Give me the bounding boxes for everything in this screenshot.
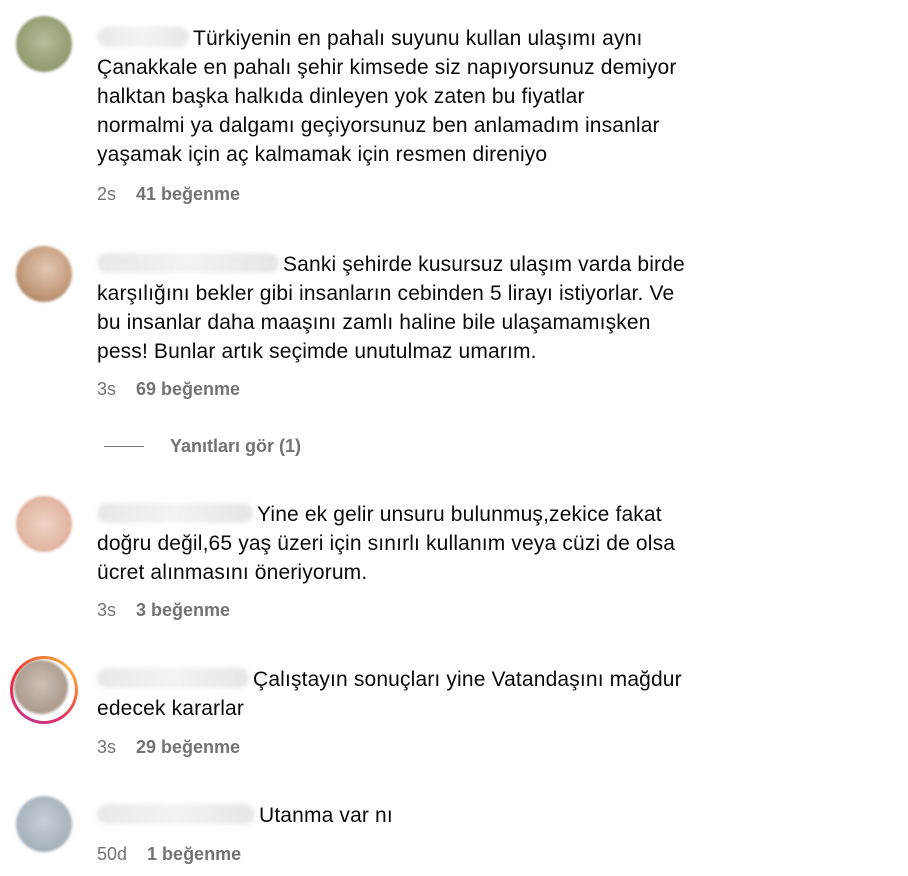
username-blurred[interactable] — [97, 804, 255, 825]
likes-count[interactable]: 69 beğenme — [136, 379, 240, 400]
comment-text: Sanki şehirde kusursuz ulaşım varda bird… — [97, 250, 747, 366]
likes-count[interactable]: 29 beğenme — [136, 737, 240, 758]
comment-line: Sanki şehirde kusursuz ulaşım varda bird… — [283, 253, 685, 276]
timestamp: 50d — [97, 844, 128, 864]
avatar[interactable] — [16, 246, 72, 302]
comment-text: Çalıştayın sonuçları yine Vatandaşını ma… — [97, 665, 747, 723]
comment-text: Türkiyenin en pahalı suyunu kullan ulaşı… — [97, 24, 747, 169]
avatar[interactable] — [16, 496, 72, 552]
comment-line: Utanma var nı — [259, 804, 393, 827]
timestamp: 3s — [97, 600, 117, 620]
timestamp: 3s — [97, 379, 117, 399]
comment-line: Yine ek gelir unsuru bulunmuş,zekice fak… — [257, 503, 662, 526]
comment-line: karşılığını bekler gibi insanların cebin… — [97, 282, 675, 305]
comment-line: halktan başka halkıda dinleyen yok zaten… — [97, 85, 585, 108]
comment-meta: 3s 29 beğenme — [97, 737, 240, 758]
comment-meta: 50d 1 beğenme — [97, 844, 241, 865]
comment-line: doğru değil,65 yaş üzeri için sınırlı ku… — [97, 532, 676, 555]
username-blurred[interactable] — [97, 253, 279, 274]
comment-meta: 2s 41 beğenme — [97, 184, 240, 205]
likes-count[interactable]: 3 beğenme — [136, 600, 230, 621]
comment-meta: 3s 69 beğenme — [97, 379, 240, 400]
username-blurred[interactable] — [97, 27, 189, 48]
comment-line: bu insanlar daha maaşını zamlı haline bi… — [97, 311, 651, 334]
story-ring[interactable] — [10, 656, 78, 724]
comment-text: Yine ek gelir unsuru bulunmuş,zekice fak… — [97, 500, 747, 587]
timestamp: 3s — [97, 737, 117, 757]
comment-meta: 3s 3 beğenme — [97, 600, 230, 621]
username-blurred[interactable] — [97, 668, 249, 689]
avatar[interactable] — [14, 660, 68, 714]
timestamp: 2s — [97, 184, 117, 204]
avatar[interactable] — [16, 796, 72, 852]
likes-count[interactable]: 1 beğenme — [147, 844, 241, 865]
view-replies-label: Yanıtları gör (1) — [170, 436, 302, 456]
comment-line: edecek kararlar — [97, 697, 244, 720]
comment-line: pess! Bunlar artık seçimde unutulmaz uma… — [97, 340, 537, 363]
view-replies-button[interactable]: Yanıtları gör (1) — [104, 436, 301, 457]
username-blurred[interactable] — [97, 503, 253, 524]
comment-line: Çalıştayın sonuçları yine Vatandaşını ma… — [253, 668, 682, 691]
comment-line: Türkiyenin en pahalı suyunu kullan ulaşı… — [193, 27, 643, 50]
comment-line: normalmi ya dalgamı geçiyorsunuz ben anl… — [97, 114, 660, 137]
comment-line: yaşamak için aç kalmamak için resmen dir… — [97, 143, 548, 166]
comment-line: ücret alınmasını öneriyorum. — [97, 561, 368, 584]
comment-text: Utanma var nı — [97, 801, 747, 830]
avatar[interactable] — [16, 16, 72, 72]
likes-count[interactable]: 41 beğenme — [136, 184, 240, 205]
comment-line: Çanakkale en pahalı şehir kimsede siz na… — [97, 56, 677, 79]
replies-divider — [104, 446, 144, 447]
